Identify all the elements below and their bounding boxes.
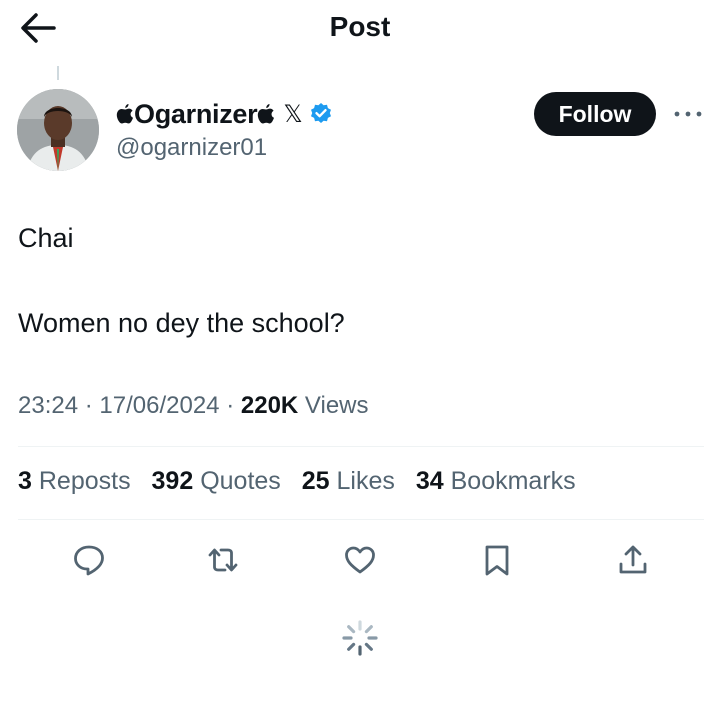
follow-button[interactable]: Follow [534,92,656,136]
quotes-stat[interactable]: 392 Quotes [152,467,281,495]
post-meta: 23:24 · 17/06/2024 · 220K Views [18,392,369,420]
views-count: 220K [240,392,299,419]
views-label: Views [304,392,369,419]
repost-button[interactable] [206,543,240,577]
quotes-count: 392 [151,467,194,495]
bookmarks-count: 34 [415,467,444,495]
post-time[interactable]: 23:24 [18,392,78,419]
divider [18,446,704,447]
author-handle[interactable]: @ogarnizer01 [116,134,267,162]
bookmarks-stat[interactable]: 34 Bookmarks [416,467,576,495]
reposts-stat[interactable]: 3 Reposts [18,467,131,495]
likes-count: 25 [301,467,330,495]
reply-button[interactable] [72,543,106,577]
loading-spinner-icon [342,620,378,656]
top-bar: Post [0,0,720,56]
apple-logo-icon [258,104,275,124]
separator-dot: · [226,392,241,419]
more-options-button[interactable] [668,100,708,128]
bookmark-button[interactable] [480,543,514,577]
post-date[interactable]: 17/06/2024 [99,392,219,419]
more-horizontal-icon [674,111,702,117]
thread-connector [57,66,59,80]
avatar[interactable] [17,89,99,171]
likes-label: Likes [336,467,395,495]
reposts-label: Reposts [38,467,131,495]
avatar-photo [17,89,99,171]
author-name-row[interactable]: Ogarnizer 𝕏 [116,98,333,130]
post-text-line-2: Women no dey the school? [18,308,345,338]
separator-dot: · [84,392,100,419]
divider [18,519,704,520]
post-text-line-1: Chai [18,223,74,253]
like-button[interactable] [343,543,377,577]
bookmarks-label: Bookmarks [450,467,576,495]
page-title: Post [329,11,391,42]
likes-stat[interactable]: 25 Likes [302,467,395,495]
reposts-count: 3 [18,467,32,495]
x-logo-icon: 𝕏 [283,100,303,128]
verified-badge-icon [310,103,331,123]
quotes-label: Quotes [200,467,281,495]
engagement-stats: 3 Reposts 392 Quotes 25 Likes 34 Bookmar… [18,467,590,496]
share-icon [619,545,647,574]
share-button[interactable] [616,543,650,577]
like-icon [345,546,375,574]
author-display-name[interactable]: Ogarnizer [134,99,258,130]
reply-icon [74,545,104,576]
bookmark-icon [485,545,509,576]
apple-logo-icon [116,104,133,124]
repost-icon [208,548,238,572]
